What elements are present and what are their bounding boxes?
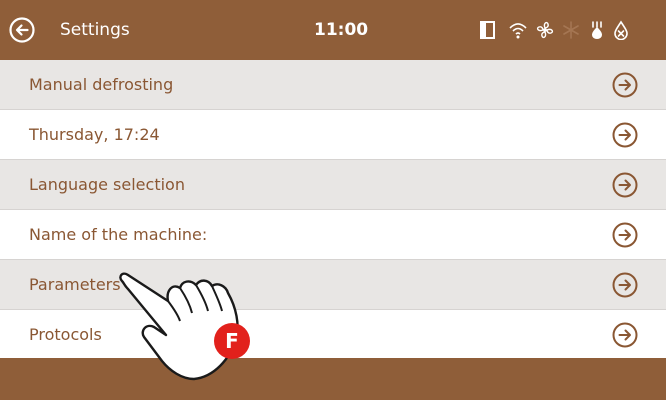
arrow-right-icon[interactable] <box>612 222 638 248</box>
menu-item-date-time[interactable]: Thursday, 17:24 <box>0 110 666 160</box>
menu-item-protocols[interactable]: Protocols <box>0 310 666 360</box>
menu-item-machine-name[interactable]: Name of the machine: <box>0 210 666 260</box>
menu-item-label: Parameters <box>29 275 121 294</box>
menu-item-label: Protocols <box>29 325 102 344</box>
menu-item-label: Thursday, 17:24 <box>29 125 160 144</box>
menu-item-label: Manual defrosting <box>29 75 174 94</box>
menu-item-language-selection[interactable]: Language selection <box>0 160 666 210</box>
wifi-icon <box>509 23 527 39</box>
fan-icon <box>536 21 554 39</box>
page-title: Settings <box>60 20 130 40</box>
door-icon <box>480 21 495 39</box>
clock: 11:00 <box>314 20 369 40</box>
menu-item-manual-defrosting[interactable]: Manual defrosting <box>0 60 666 110</box>
snowflake-icon <box>563 21 579 39</box>
settings-list: Manual defrosting Thursday, 17:24 Langua… <box>0 60 666 360</box>
bottom-bar <box>0 358 666 400</box>
arrow-right-icon[interactable] <box>612 172 638 198</box>
arrow-right-icon[interactable] <box>612 122 638 148</box>
arrow-right-icon[interactable] <box>612 72 638 98</box>
top-bar: Settings 11:00 <box>0 0 666 60</box>
no-water-icon <box>614 20 628 40</box>
arrow-right-icon[interactable] <box>612 272 638 298</box>
menu-item-parameters[interactable]: Parameters <box>0 260 666 310</box>
back-arrow-icon[interactable] <box>9 17 35 43</box>
defrost-icon <box>592 21 602 39</box>
menu-item-label: Language selection <box>29 175 185 194</box>
arrow-right-icon[interactable] <box>612 322 638 348</box>
callout-badge: F <box>214 323 250 359</box>
menu-item-label: Name of the machine: <box>29 225 208 244</box>
